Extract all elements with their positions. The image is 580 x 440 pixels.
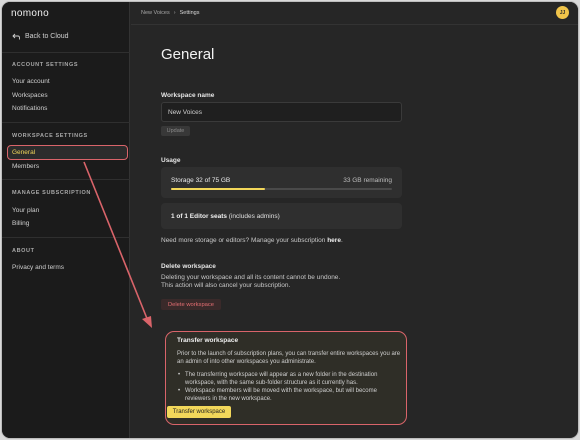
sidebar-item-your-account[interactable]: Your account [12,78,50,85]
storage-label: Storage 32 of 75 GB [171,177,231,184]
back-to-cloud-link[interactable]: Back to Cloud [12,33,69,40]
storage-remaining: 33 GB remaining [343,177,392,184]
breadcrumb-current: Settings [179,10,200,16]
sidebar-item-notifications[interactable]: Notifications [12,105,47,112]
transfer-bullet: Workspace members will be moved with the… [177,387,402,403]
section-title-about: ABOUT [12,248,35,254]
app-logo: nomono [11,8,49,19]
manage-subscription-text: Need more storage or editors? Manage you… [161,236,343,245]
divider [2,179,130,180]
manage-subscription-link[interactable]: here [327,237,341,244]
transfer-description: Prior to the launch of subscription plan… [177,351,401,365]
delete-desc-2: This action will also cancel your subscr… [161,282,291,289]
page-title: General [161,46,215,63]
workspace-name-label: Workspace name [161,92,215,99]
breadcrumb-workspace[interactable]: New Voices [141,10,170,16]
seats-note: (includes admins) [227,213,280,220]
sidebar-item-your-plan[interactable]: Your plan [12,207,39,214]
manage-subscription-prefix: Need more storage or editors? Manage you… [161,237,328,244]
transfer-workspace-button[interactable]: Transfer workspace [167,406,231,418]
top-bar: New Voices › Settings JJ [131,2,578,25]
workspace-name-input[interactable]: New Voices [161,102,402,122]
sidebar-item-billing[interactable]: Billing [12,220,29,227]
section-title-account: ACCOUNT SETTINGS [12,62,79,68]
transfer-bullet: The transferring workspace will appear a… [177,371,402,387]
back-to-cloud-label: Back to Cloud [25,33,69,40]
sidebar-item-members[interactable]: Members [12,163,39,170]
sidebar: nomono Back to Cloud ACCOUNT SETTINGS Yo… [2,2,130,438]
breadcrumb: New Voices › Settings [141,10,199,16]
seats-text: 1 of 1 Editor seats (includes admins) [171,213,280,220]
section-title-workspace: WORKSPACE SETTINGS [12,133,88,139]
sidebar-item-general[interactable]: General [12,149,35,156]
seats-count: 1 of 1 Editor seats [171,213,227,220]
divider [2,237,130,238]
transfer-workspace-panel: Transfer workspace Prior to the launch o… [165,331,407,425]
chevron-right-icon: › [173,10,176,16]
section-title-subscription: MANAGE SUBSCRIPTION [12,190,91,196]
usage-label: Usage [161,157,181,164]
seats-card: 1 of 1 Editor seats (includes admins) [161,203,402,229]
delete-workspace-button[interactable]: Delete workspace [161,299,221,310]
storage-card: Storage 32 of 75 GB 33 GB remaining [161,167,402,198]
update-button[interactable]: Update [161,126,190,136]
delete-workspace-label: Delete workspace [161,263,216,270]
storage-progress-fill [171,188,266,190]
transfer-bullets: The transferring workspace will appear a… [177,371,402,403]
transfer-title: Transfer workspace [177,337,239,344]
divider [2,122,130,123]
sidebar-item-privacy[interactable]: Privacy and terms [12,264,64,271]
divider [2,52,130,53]
manage-subscription-suffix: . [340,237,343,244]
app-window: nomono Back to Cloud ACCOUNT SETTINGS Yo… [1,1,579,439]
sidebar-item-workspaces[interactable]: Workspaces [12,92,48,99]
avatar[interactable]: JJ [556,6,569,19]
back-arrow-icon [12,33,20,40]
storage-progress-bar [171,188,392,190]
